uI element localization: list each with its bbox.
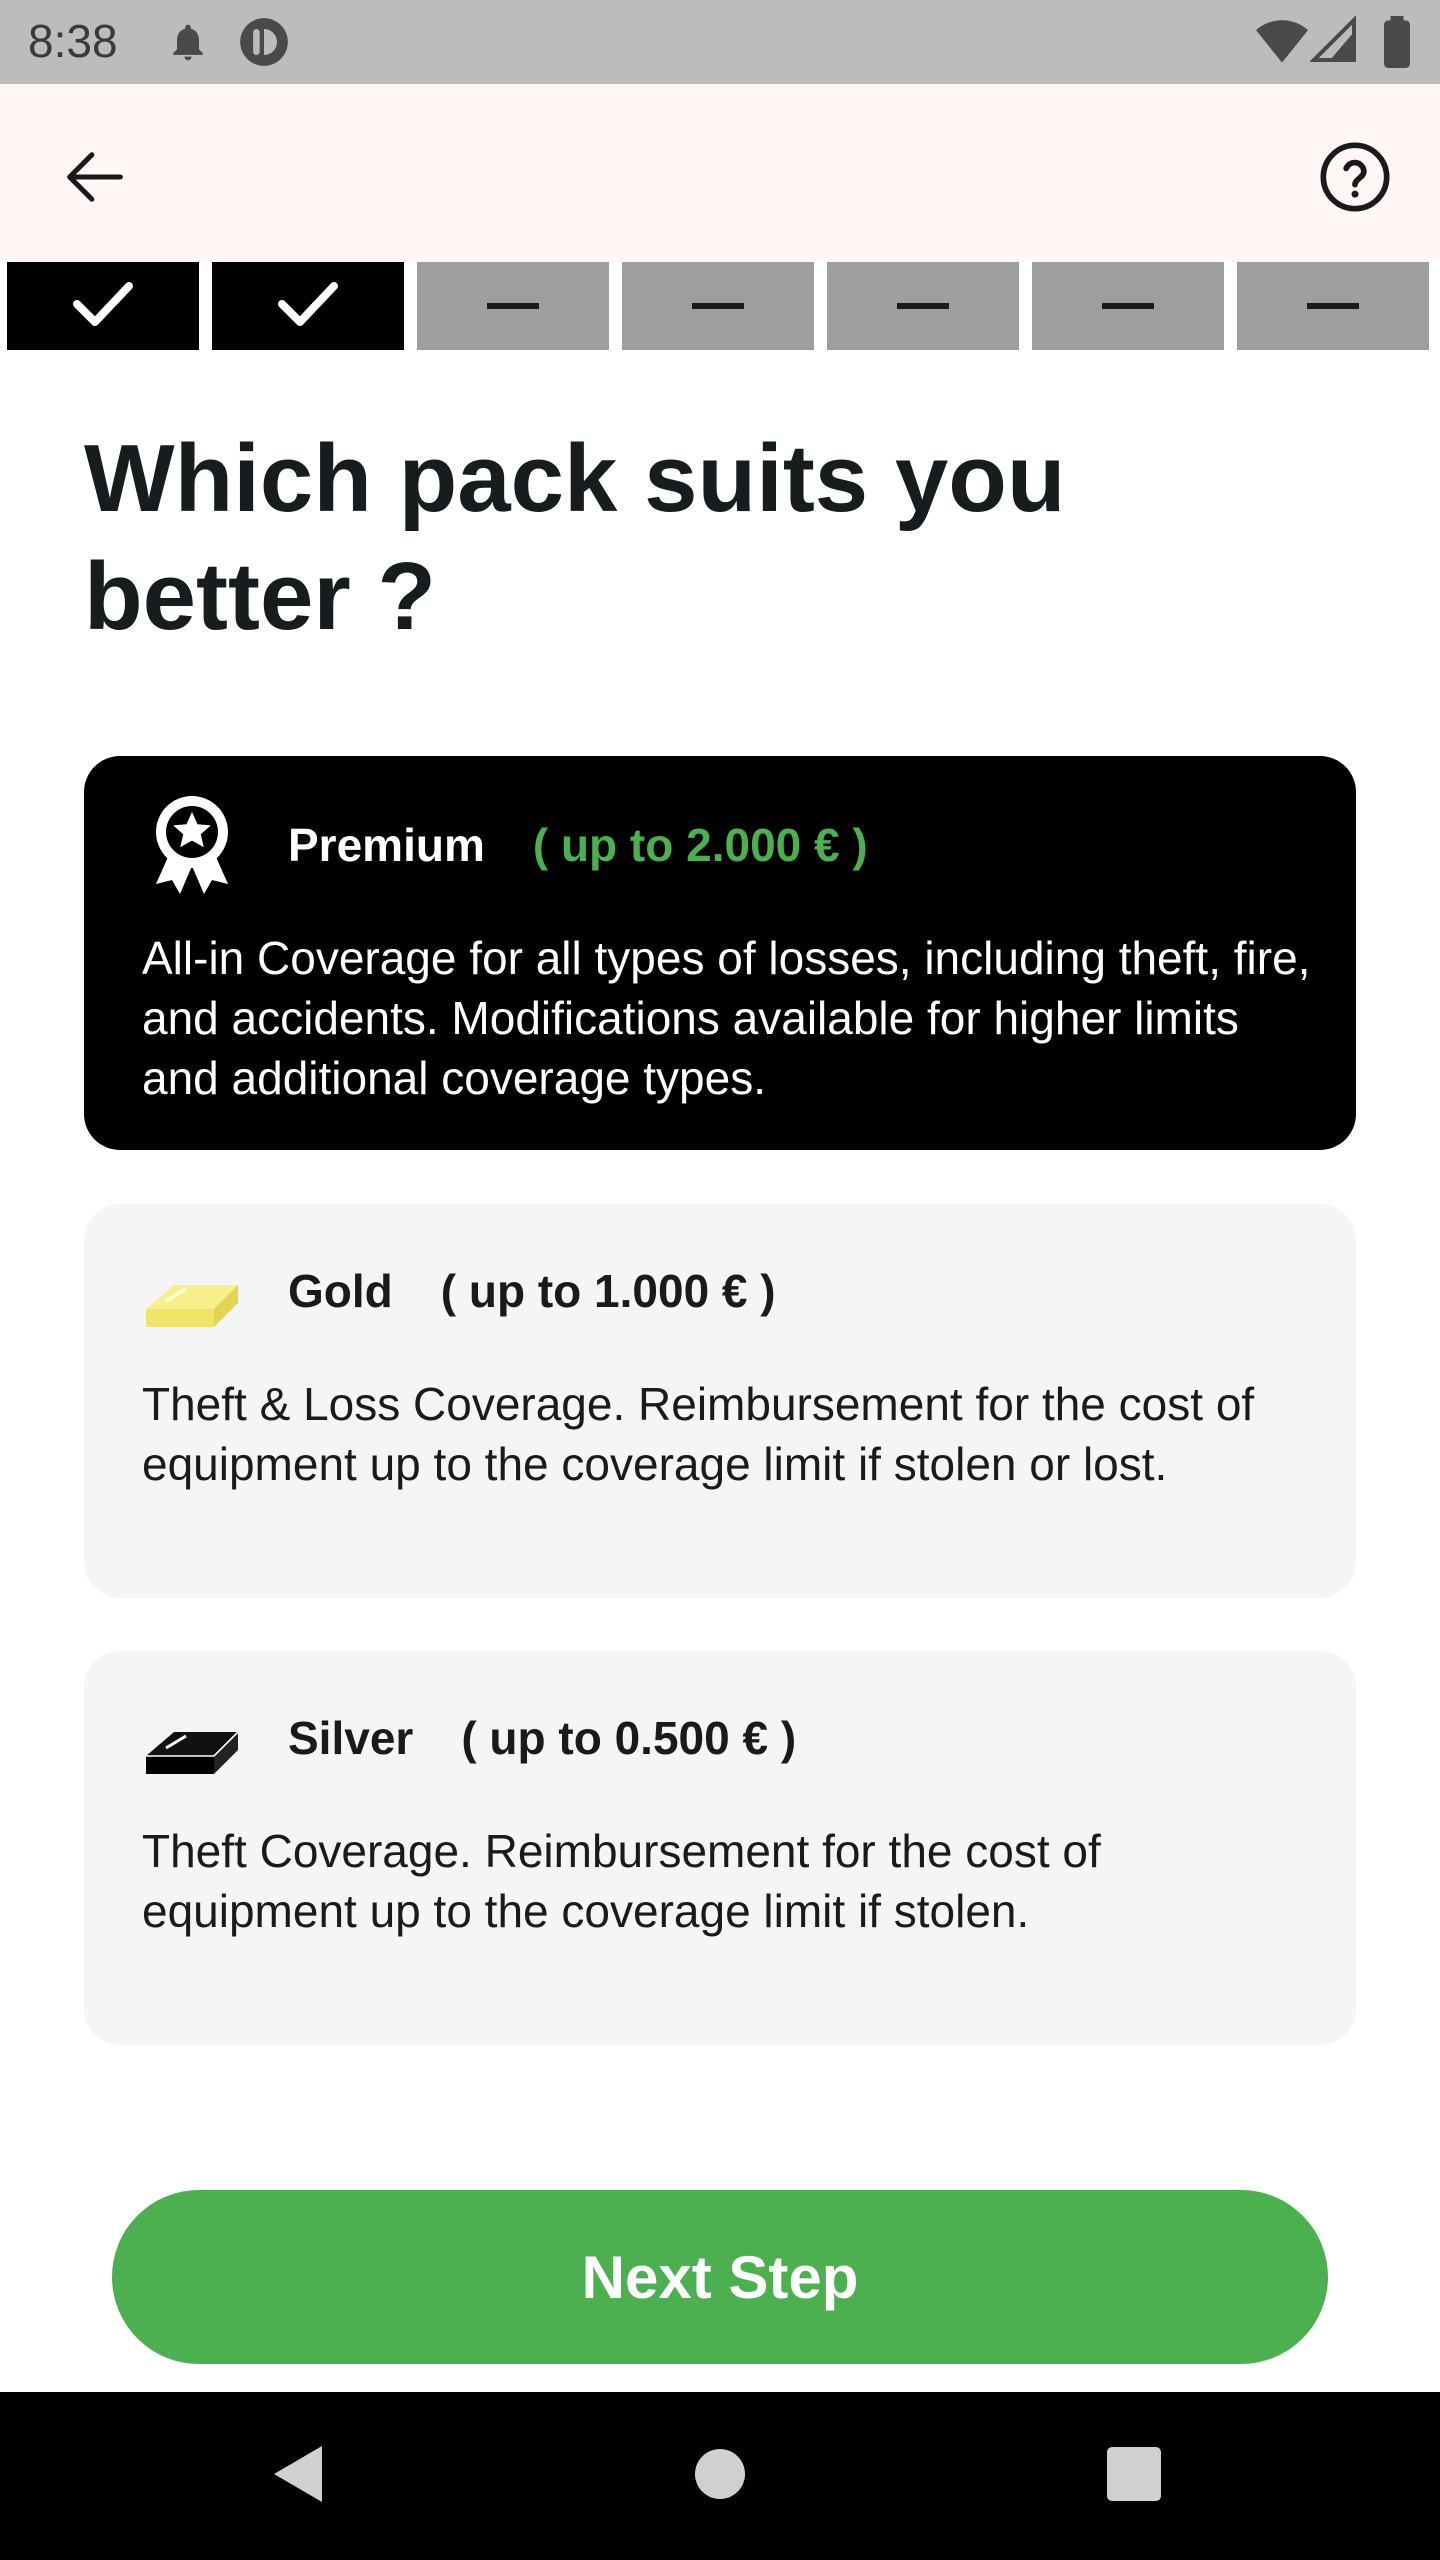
back-button[interactable]	[50, 134, 140, 224]
pack-name: Silver	[288, 1712, 414, 1764]
pack-card-premium[interactable]: Premium ( up to 2.000 € ) All-in Coverag…	[84, 756, 1356, 1150]
wifi-icon	[1256, 18, 1308, 69]
progress-stepper	[7, 262, 1433, 350]
nav-home-button[interactable]	[670, 2426, 770, 2526]
step-5	[827, 262, 1019, 350]
nav-back-button[interactable]	[250, 2426, 350, 2526]
pack-title: Premium ( up to 2.000 € )	[288, 818, 868, 872]
dash-icon	[692, 297, 744, 315]
screen: 8:38 Which pack suits you better ? Premi…	[0, 0, 1440, 2560]
step-2	[212, 262, 404, 350]
app-bar	[0, 84, 1440, 262]
nav-recents-button[interactable]	[1084, 2426, 1184, 2526]
award-ribbon-icon	[140, 792, 244, 896]
step-7	[1237, 262, 1429, 350]
system-nav-bar	[0, 2392, 1440, 2560]
help-button[interactable]	[1310, 134, 1400, 224]
notification-bell-icon	[166, 20, 210, 69]
check-icon	[276, 279, 340, 334]
dash-icon	[1102, 297, 1154, 315]
pack-description: Theft & Loss Coverage. Reimbursement for…	[142, 1378, 1255, 1490]
page-title: Which pack suits you better ?	[84, 420, 1284, 656]
nav-home-circle-icon	[694, 2448, 746, 2505]
pack-limit: ( up to 1.000 € )	[440, 1265, 776, 1317]
next-step-button[interactable]: Next Step	[112, 2190, 1328, 2364]
silver-bar-icon	[140, 1695, 244, 1799]
step-6	[1032, 262, 1224, 350]
page-title-line2: better ?	[84, 543, 437, 650]
check-icon	[71, 279, 135, 334]
pack-description: Theft Coverage. Reimbursement for the co…	[142, 1825, 1101, 1937]
pack-limit: ( up to 0.500 € )	[461, 1712, 797, 1764]
step-3	[417, 262, 609, 350]
nav-recents-square-icon	[1107, 2446, 1161, 2506]
arrow-left-icon	[57, 139, 133, 220]
dash-icon	[1307, 297, 1359, 315]
pack-name: Gold	[288, 1265, 393, 1317]
pack-title: Silver ( up to 0.500 € )	[288, 1711, 796, 1765]
dash-icon	[487, 297, 539, 315]
nav-back-triangle-icon	[270, 2442, 330, 2511]
gold-bar-icon	[140, 1248, 244, 1352]
battery-icon	[1380, 16, 1414, 73]
cellular-signal-icon	[1309, 15, 1358, 69]
status-time: 8:38	[28, 15, 118, 67]
app-badge-icon	[238, 16, 290, 73]
pack-title: Gold ( up to 1.000 € )	[288, 1264, 776, 1318]
page-title-line1: Which pack suits you	[84, 425, 1066, 532]
status-bar: 8:38	[0, 0, 1440, 84]
pack-description: All-in Coverage for all types of losses,…	[142, 932, 1311, 1104]
pack-limit: ( up to 2.000 € )	[532, 819, 868, 871]
step-4	[622, 262, 814, 350]
step-1	[7, 262, 199, 350]
pack-name: Premium	[288, 819, 485, 871]
pack-card-silver[interactable]: Silver ( up to 0.500 € ) Theft Coverage.…	[84, 1651, 1356, 2045]
dash-icon	[897, 297, 949, 315]
help-circle-icon	[1317, 139, 1393, 220]
pack-card-gold[interactable]: Gold ( up to 1.000 € ) Theft & Loss Cove…	[84, 1204, 1356, 1598]
